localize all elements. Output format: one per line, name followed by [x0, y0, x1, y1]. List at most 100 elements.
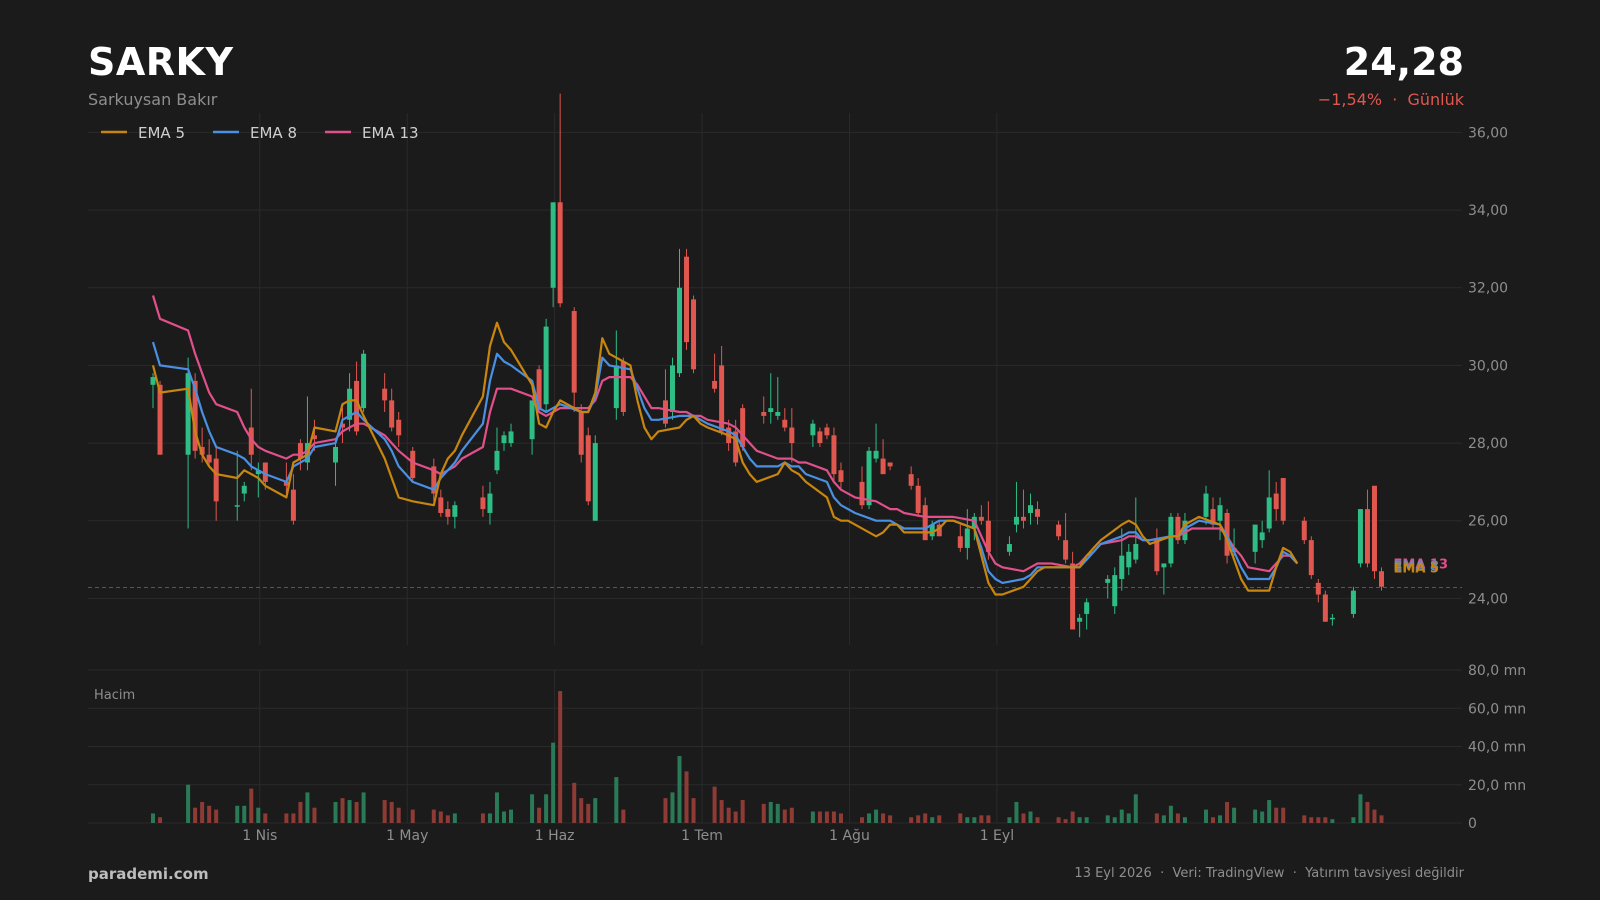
candle-body — [501, 435, 507, 444]
candle-body — [361, 353, 367, 409]
candle-body — [1112, 575, 1118, 607]
volume-bar — [1035, 817, 1040, 823]
volume-bar — [874, 809, 879, 823]
volume-bar — [1007, 817, 1012, 823]
volume-bar — [1014, 801, 1019, 823]
candle-body — [1154, 540, 1160, 572]
candle-body — [810, 423, 816, 436]
volume-bar — [1112, 817, 1117, 823]
candle-body — [789, 427, 795, 444]
volume-bar — [1133, 794, 1138, 823]
candle-body — [1364, 509, 1370, 564]
volume-bar — [1063, 819, 1068, 823]
volume-bar — [502, 811, 506, 823]
date-tick-label: 1 May — [386, 828, 428, 844]
candle-body — [1259, 532, 1265, 541]
volume-bar — [860, 817, 865, 823]
volume-bar — [361, 792, 366, 823]
candle-body — [241, 485, 247, 494]
volume-bar — [1182, 817, 1187, 823]
volume-bar — [494, 792, 499, 823]
candle-body — [866, 450, 872, 506]
candle-body — [1006, 544, 1012, 552]
volume-tick-label: 20,0 mn — [1468, 778, 1526, 794]
candle-body — [1161, 563, 1167, 568]
candle-body — [438, 497, 444, 513]
date-tick-label: 1 Tem — [681, 828, 723, 844]
volume-bar — [733, 811, 738, 823]
volume-bar — [333, 801, 338, 823]
volume-bar — [242, 805, 247, 823]
volume-tick-label: 0 — [1468, 816, 1477, 832]
volume-label: Hacim — [94, 688, 135, 703]
volume-bar — [775, 803, 780, 823]
footer-date: 13 Eyl 2026 — [1074, 866, 1152, 881]
volume-bar — [986, 815, 991, 823]
candle-body — [234, 505, 240, 507]
volume-bar — [396, 807, 401, 823]
candle-body — [396, 419, 402, 436]
volume-bar — [1056, 817, 1061, 823]
volume-bar — [1323, 817, 1328, 823]
candle-body — [1133, 544, 1139, 560]
volume-bar — [881, 813, 886, 823]
volume-bar — [158, 817, 163, 823]
footer-disclaimer: Yatırım tavsiyesi değildir — [1305, 866, 1464, 881]
volume-bar — [452, 813, 457, 823]
candle-body — [529, 400, 535, 440]
volume-bar — [1119, 809, 1124, 823]
price-tick-label: 28,00 — [1468, 436, 1508, 452]
candle-body — [185, 373, 191, 455]
volume-bar — [1358, 794, 1363, 823]
candle-body — [543, 326, 549, 405]
volume-bar — [831, 811, 836, 823]
volume-bar — [1372, 809, 1377, 823]
candle-body — [1280, 478, 1286, 521]
volume-bar — [1281, 807, 1286, 823]
volume-bar — [810, 811, 815, 823]
candle-body — [487, 493, 493, 513]
candle-body — [389, 400, 395, 428]
brand-logo[interactable]: parademi.com — [88, 865, 209, 883]
volume-bar — [410, 809, 415, 823]
volume-bar — [1232, 807, 1237, 823]
volume-bar — [719, 800, 724, 823]
volume-bar — [593, 798, 598, 823]
candle-body — [1322, 594, 1328, 622]
volume-bars — [151, 691, 1384, 823]
candle-body — [1217, 505, 1223, 521]
candle-body — [452, 505, 458, 517]
candle-body — [1301, 520, 1307, 541]
price-volume-chart: 24,00 26,00 28,00 30,00 32,00 34,00 36,00 0 20,0… — [88, 93, 1526, 844]
volume-bar — [558, 691, 563, 823]
volume-bar — [305, 792, 310, 823]
date-tick-label: 1 Nis — [242, 828, 277, 844]
candle-body — [1020, 516, 1026, 521]
volume-tick-label: 80,0 mn — [1468, 663, 1526, 679]
volume-bar — [726, 807, 731, 823]
volume-bar — [838, 813, 843, 823]
volume-bar — [1302, 815, 1307, 823]
candle-body — [817, 431, 823, 444]
volume-bar — [480, 813, 485, 823]
candle-body — [1028, 505, 1033, 513]
candle-body — [775, 412, 781, 416]
volume-bar — [214, 809, 219, 823]
volume-bar — [958, 813, 963, 823]
volume-bar — [670, 792, 675, 823]
volume-bar — [761, 803, 766, 823]
volume-bar — [263, 813, 268, 823]
volume-bar — [1365, 801, 1370, 823]
volume-bar — [1028, 811, 1033, 823]
volume-bar — [1274, 807, 1279, 823]
legend-label: EMA 5 — [138, 124, 185, 142]
volume-bar — [438, 811, 443, 823]
ema8-line — [151, 341, 1299, 585]
ema-end-label: EMA 5 — [1394, 561, 1439, 576]
volume-bar — [207, 805, 212, 823]
volume-bar — [923, 813, 928, 823]
candle-body — [922, 505, 928, 541]
candle-body — [480, 497, 486, 510]
volume-bar — [712, 786, 717, 823]
legend: EMA 5 EMA 8 EMA 13 — [101, 124, 419, 142]
